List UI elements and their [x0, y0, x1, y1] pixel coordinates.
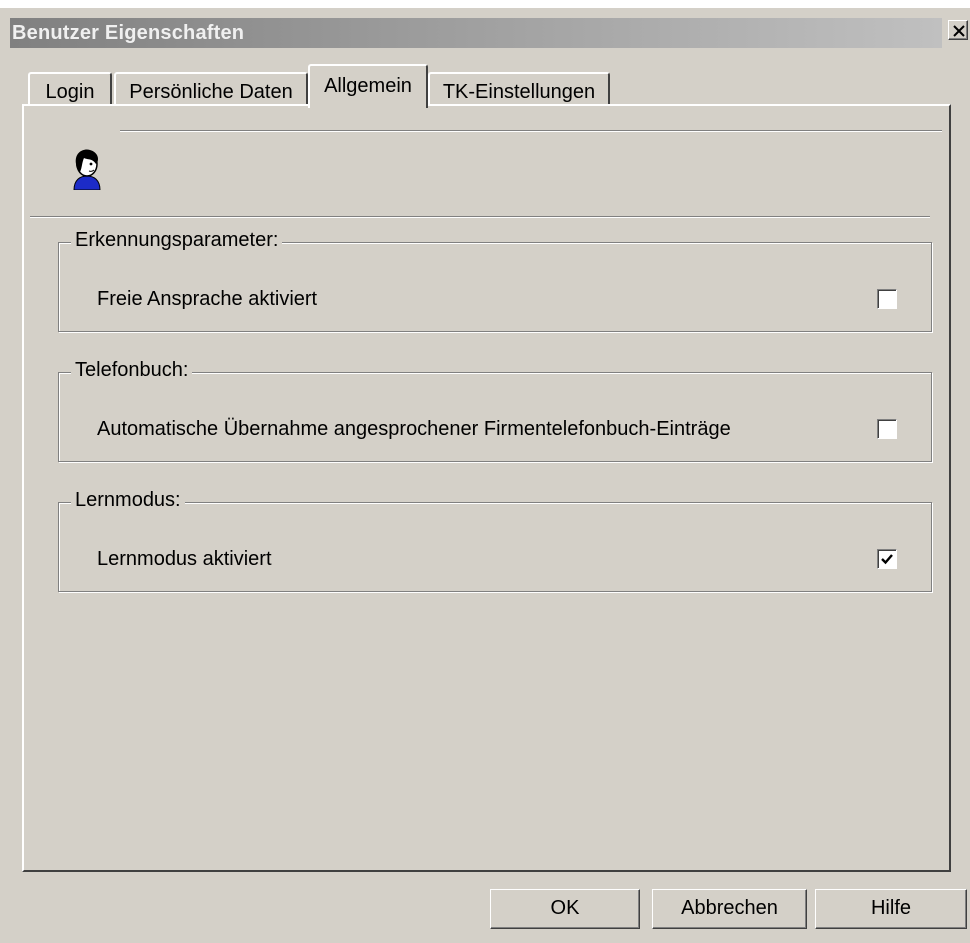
- close-icon: [953, 25, 965, 37]
- free-speech-label: Freie Ansprache aktiviert: [97, 288, 318, 310]
- checkmark-icon: [881, 554, 893, 565]
- tab-panel-general: Erkennungsparameter: Freie Ansprache akt…: [22, 104, 951, 872]
- learning-mode-checkbox[interactable]: [877, 549, 897, 569]
- close-button[interactable]: [948, 20, 968, 40]
- ok-button[interactable]: OK: [490, 889, 640, 929]
- top-strip: [0, 0, 970, 8]
- auto-import-checkbox[interactable]: [877, 419, 897, 439]
- header-separator-bottom: [30, 216, 930, 218]
- user-icon: [70, 146, 104, 195]
- auto-import-label: Automatische Übernahme angesprochener Fi…: [97, 418, 731, 440]
- group-learning-title: Lernmodus:: [71, 489, 185, 512]
- cancel-button[interactable]: Abbrechen: [652, 889, 807, 929]
- help-button[interactable]: Hilfe: [815, 889, 967, 929]
- tab-general[interactable]: Allgemein: [308, 64, 428, 108]
- group-recognition-title: Erkennungsparameter:: [71, 229, 283, 252]
- tab-tk-settings[interactable]: TK-Einstellungen: [428, 72, 610, 106]
- tab-personal-data[interactable]: Persönliche Daten: [114, 72, 308, 106]
- dialog-window: Benutzer Eigenschaften Login Persönliche…: [0, 0, 970, 943]
- header-separator-top: [120, 130, 942, 132]
- group-phonebook-title: Telefonbuch:: [71, 359, 193, 382]
- tab-login[interactable]: Login: [28, 72, 112, 106]
- free-speech-checkbox[interactable]: [877, 289, 897, 309]
- window-title: Benutzer Eigenschaften: [12, 22, 245, 44]
- tab-general-label: Allgemein: [324, 75, 412, 97]
- group-recognition: Erkennungsparameter: Freie Ansprache akt…: [58, 229, 932, 332]
- learning-mode-label: Lernmodus aktiviert: [97, 548, 272, 570]
- group-phonebook: Telefonbuch: Automatische Übernahme ange…: [58, 359, 932, 462]
- group-learning: Lernmodus: Lernmodus aktiviert: [58, 489, 932, 592]
